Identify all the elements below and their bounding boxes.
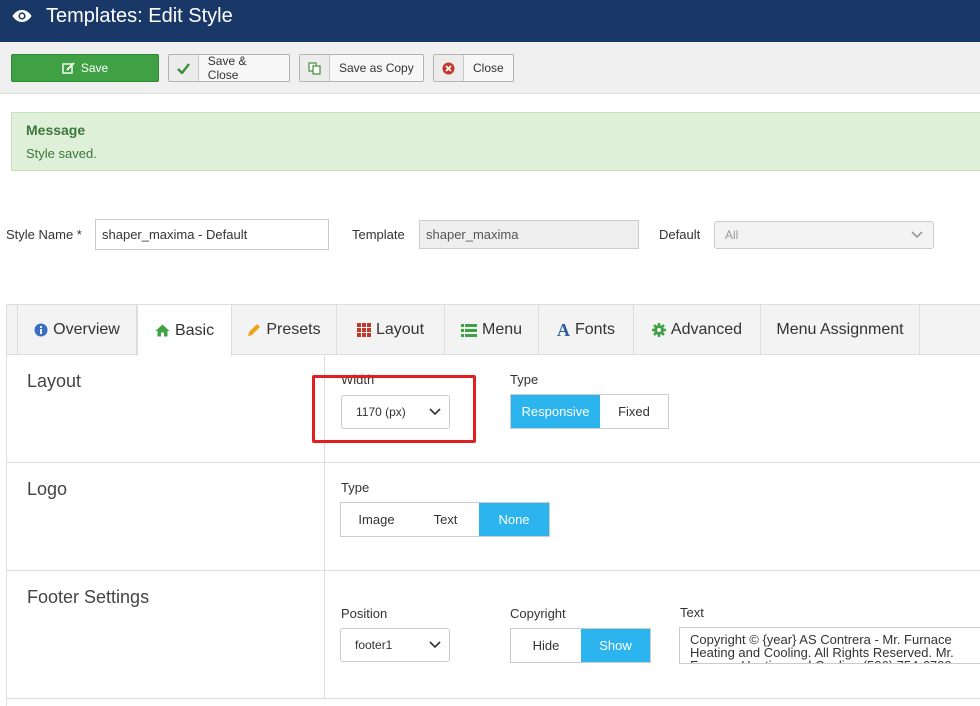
- logo-type-label: Type: [341, 480, 370, 495]
- layout-type-label: Type: [510, 372, 539, 387]
- tab-label: Basic: [174, 321, 215, 339]
- show-option[interactable]: Show: [581, 629, 650, 662]
- text-label: Text: [680, 605, 704, 620]
- tab-label: Menu Assignment: [776, 321, 904, 338]
- eye-icon: [12, 10, 32, 22]
- position-label: Position: [341, 606, 388, 621]
- width-select[interactable]: 1170 (px): [341, 395, 450, 429]
- toolbar: Save Save & Close Save as Copy Close: [0, 42, 980, 94]
- logo-row: Logo Type Image Text None: [7, 463, 980, 571]
- edit-icon: [62, 55, 75, 81]
- home-icon: [155, 324, 170, 337]
- font-icon: A: [556, 319, 570, 340]
- width-label: Width: [341, 372, 375, 387]
- logo-title: Logo: [27, 479, 68, 499]
- tab-advanced[interactable]: Advanced: [634, 305, 761, 355]
- layout-title: Layout: [27, 371, 82, 391]
- tab-menu-assignment[interactable]: Menu Assignment: [761, 305, 920, 355]
- tab-basic[interactable]: Basic: [137, 305, 232, 356]
- save-close-button[interactable]: Save & Close: [168, 54, 290, 82]
- responsive-option[interactable]: Responsive: [511, 395, 600, 428]
- title-bar: Templates: Edit Style: [0, 0, 980, 42]
- copy-icon: [300, 55, 330, 81]
- layout-label-cell: Layout: [7, 355, 325, 462]
- text-option[interactable]: Text: [412, 503, 479, 536]
- footer-label-cell: Footer Settings: [7, 571, 325, 698]
- chevron-down-icon: [429, 641, 441, 649]
- tab-label: Fonts: [574, 321, 615, 338]
- save-label: Save: [80, 61, 109, 75]
- save-copy-button[interactable]: Save as Copy: [299, 54, 424, 82]
- default-label: Default: [659, 227, 701, 242]
- tab-label: Menu: [481, 321, 523, 338]
- copyright-label: Copyright: [510, 606, 566, 621]
- pencil-icon: [247, 323, 261, 337]
- success-message: Message Style saved.: [11, 112, 980, 171]
- close-label: Close: [473, 61, 504, 75]
- tab-presets[interactable]: Presets: [232, 305, 337, 355]
- save-close-label: Save & Close: [207, 54, 247, 82]
- footer-row: Footer Settings Position footer1 Copyrig…: [7, 571, 980, 699]
- logo-type-toggle: Image Text None: [340, 502, 550, 537]
- template-label: Template: [352, 227, 405, 242]
- copyright-toggle: Hide Show: [510, 628, 651, 663]
- close-icon: [434, 55, 464, 81]
- position-select[interactable]: footer1: [340, 628, 450, 662]
- image-option[interactable]: Image: [341, 503, 412, 536]
- tab-layout[interactable]: Layout: [337, 305, 445, 355]
- layout-type-toggle: Responsive Fixed: [510, 394, 669, 429]
- info-icon: [34, 323, 48, 337]
- fixed-option[interactable]: Fixed: [600, 395, 668, 428]
- chevron-down-icon: [911, 231, 923, 239]
- tab-overview[interactable]: Overview: [17, 305, 137, 355]
- tab-bar: Overview Basic Presets Layout Menu A Fon…: [7, 305, 980, 356]
- close-button[interactable]: Close: [433, 54, 514, 82]
- hide-option[interactable]: Hide: [511, 629, 581, 662]
- tab-label: Presets: [266, 321, 321, 338]
- none-option[interactable]: None: [479, 503, 549, 536]
- style-name-label: Style Name *: [6, 227, 82, 242]
- layout-row: Layout Width 1170 (px) Type Responsive F…: [7, 355, 980, 463]
- gear-icon: [651, 323, 666, 337]
- logo-label-cell: Logo: [7, 463, 325, 570]
- width-select-value: 1170 (px): [356, 405, 406, 419]
- position-select-value: footer1: [355, 638, 393, 652]
- list-icon: [460, 323, 477, 337]
- tab-label: Overview: [53, 321, 120, 338]
- save-button[interactable]: Save: [11, 54, 159, 82]
- message-title: Message: [26, 122, 86, 138]
- check-icon: [169, 55, 199, 81]
- default-select[interactable]: All: [714, 221, 934, 249]
- footer-title: Footer Settings: [27, 587, 150, 607]
- style-name-input[interactable]: shaper_maxima - Default: [95, 219, 329, 250]
- chevron-down-icon: [429, 408, 441, 416]
- save-copy-label: Save as Copy: [339, 61, 414, 75]
- tab-label: Advanced: [670, 321, 743, 338]
- tab-fonts[interactable]: A Fonts: [539, 305, 634, 355]
- default-select-value: All: [725, 228, 739, 242]
- tab-label: Layout: [375, 321, 425, 338]
- tab-menu[interactable]: Menu: [445, 305, 539, 355]
- footer-text-area[interactable]: Copyright © {year} AS Contrera - Mr. Fur…: [679, 627, 980, 664]
- template-field: shaper_maxima: [419, 220, 639, 249]
- page-title: Templates: Edit Style: [46, 5, 233, 27]
- message-text: Style saved.: [26, 146, 97, 161]
- grid-icon: [356, 323, 371, 337]
- settings-panel: Overview Basic Presets Layout Menu A Fon…: [6, 304, 980, 706]
